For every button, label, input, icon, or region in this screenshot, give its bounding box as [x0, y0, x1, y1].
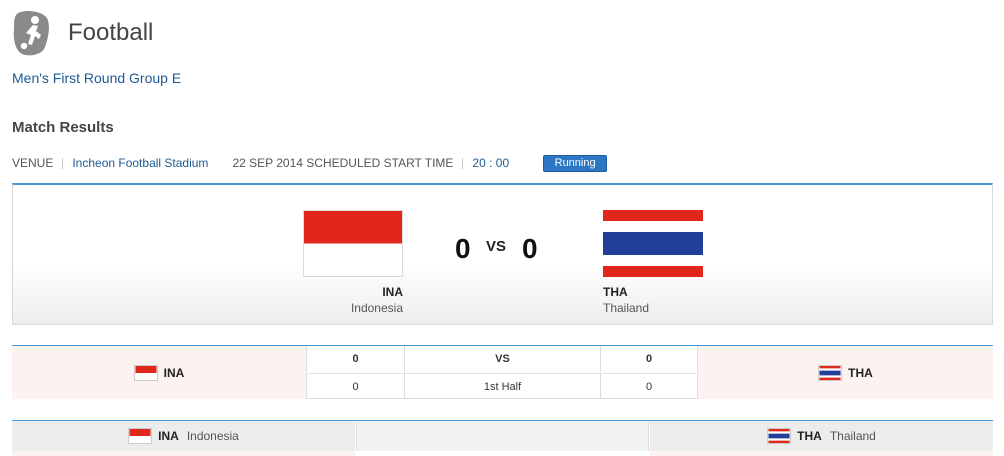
sport-title: Football — [68, 19, 154, 46]
indonesia-flag-icon — [128, 428, 153, 444]
scoreboard: INA Indonesia 0 VS 0 THA Thailand — [12, 183, 993, 325]
venue-label: VENUE — [12, 156, 54, 170]
period-home-score: 0 — [306, 373, 404, 399]
indonesia-flag-icon — [303, 210, 403, 277]
divider — [62, 157, 64, 169]
lineup-away-tab[interactable]: THA Thailand — [650, 421, 993, 451]
period-home-team: INA — [12, 346, 306, 399]
period-header-home-score: 0 — [306, 346, 404, 372]
home-team-name: Indonesia — [350, 301, 403, 315]
away-team-name: Thailand — [603, 301, 650, 315]
event-name-link[interactable]: Men's First Round Group E — [12, 70, 181, 86]
football-player-icon — [13, 10, 49, 56]
home-score: 0 — [455, 233, 471, 264]
lineup-home-code: INA — [158, 429, 179, 443]
section-title: Match Results — [12, 119, 114, 136]
home-team[interactable]: INA Indonesia — [303, 210, 403, 315]
lineup-home-tab[interactable]: INA Indonesia — [12, 421, 355, 451]
divider — [462, 157, 464, 169]
lineup-away-strip — [650, 451, 993, 456]
period-away-team: THA — [698, 346, 993, 399]
lineup-home-strip — [12, 451, 355, 456]
period-away-score: 0 — [600, 373, 698, 399]
period-away-code: THA — [848, 365, 873, 380]
lineup-header: INA Indonesia THA Thailand — [12, 420, 993, 456]
match-meta: VENUE Incheon Football Stadium 22 SEP 20… — [12, 154, 608, 172]
home-team-code: INA — [382, 285, 403, 299]
thailand-flag-icon — [818, 364, 843, 381]
lineup-away-name: Thailand — [829, 429, 876, 443]
period-label: 1st Half — [404, 373, 600, 399]
period-score-table: INA 0 VS 0 0 1st Half 0 THA — [12, 345, 993, 399]
lineup-home-name: Indonesia — [186, 429, 239, 443]
away-team[interactable]: THA Thailand — [603, 210, 703, 315]
thailand-flag-icon — [767, 428, 792, 444]
indonesia-flag-icon — [133, 364, 158, 381]
lineup-away-code: THA — [797, 429, 822, 443]
thailand-flag-icon — [603, 210, 703, 277]
page-header: Football — [12, 9, 153, 57]
away-team-code: THA — [603, 285, 628, 299]
status-badge: Running — [543, 154, 608, 172]
period-header-label: VS — [404, 346, 600, 372]
start-time-value: 20 : 00 — [472, 156, 510, 170]
venue-value: Incheon Football Stadium — [72, 156, 209, 170]
period-header-away-score: 0 — [600, 346, 698, 372]
vs-label: VS — [486, 238, 507, 255]
lineup-middle-cell — [356, 421, 649, 451]
date-label: 22 SEP 2014 SCHEDULED START TIME — [232, 156, 454, 170]
away-score: 0 — [522, 233, 538, 264]
period-home-code: INA — [163, 365, 185, 380]
